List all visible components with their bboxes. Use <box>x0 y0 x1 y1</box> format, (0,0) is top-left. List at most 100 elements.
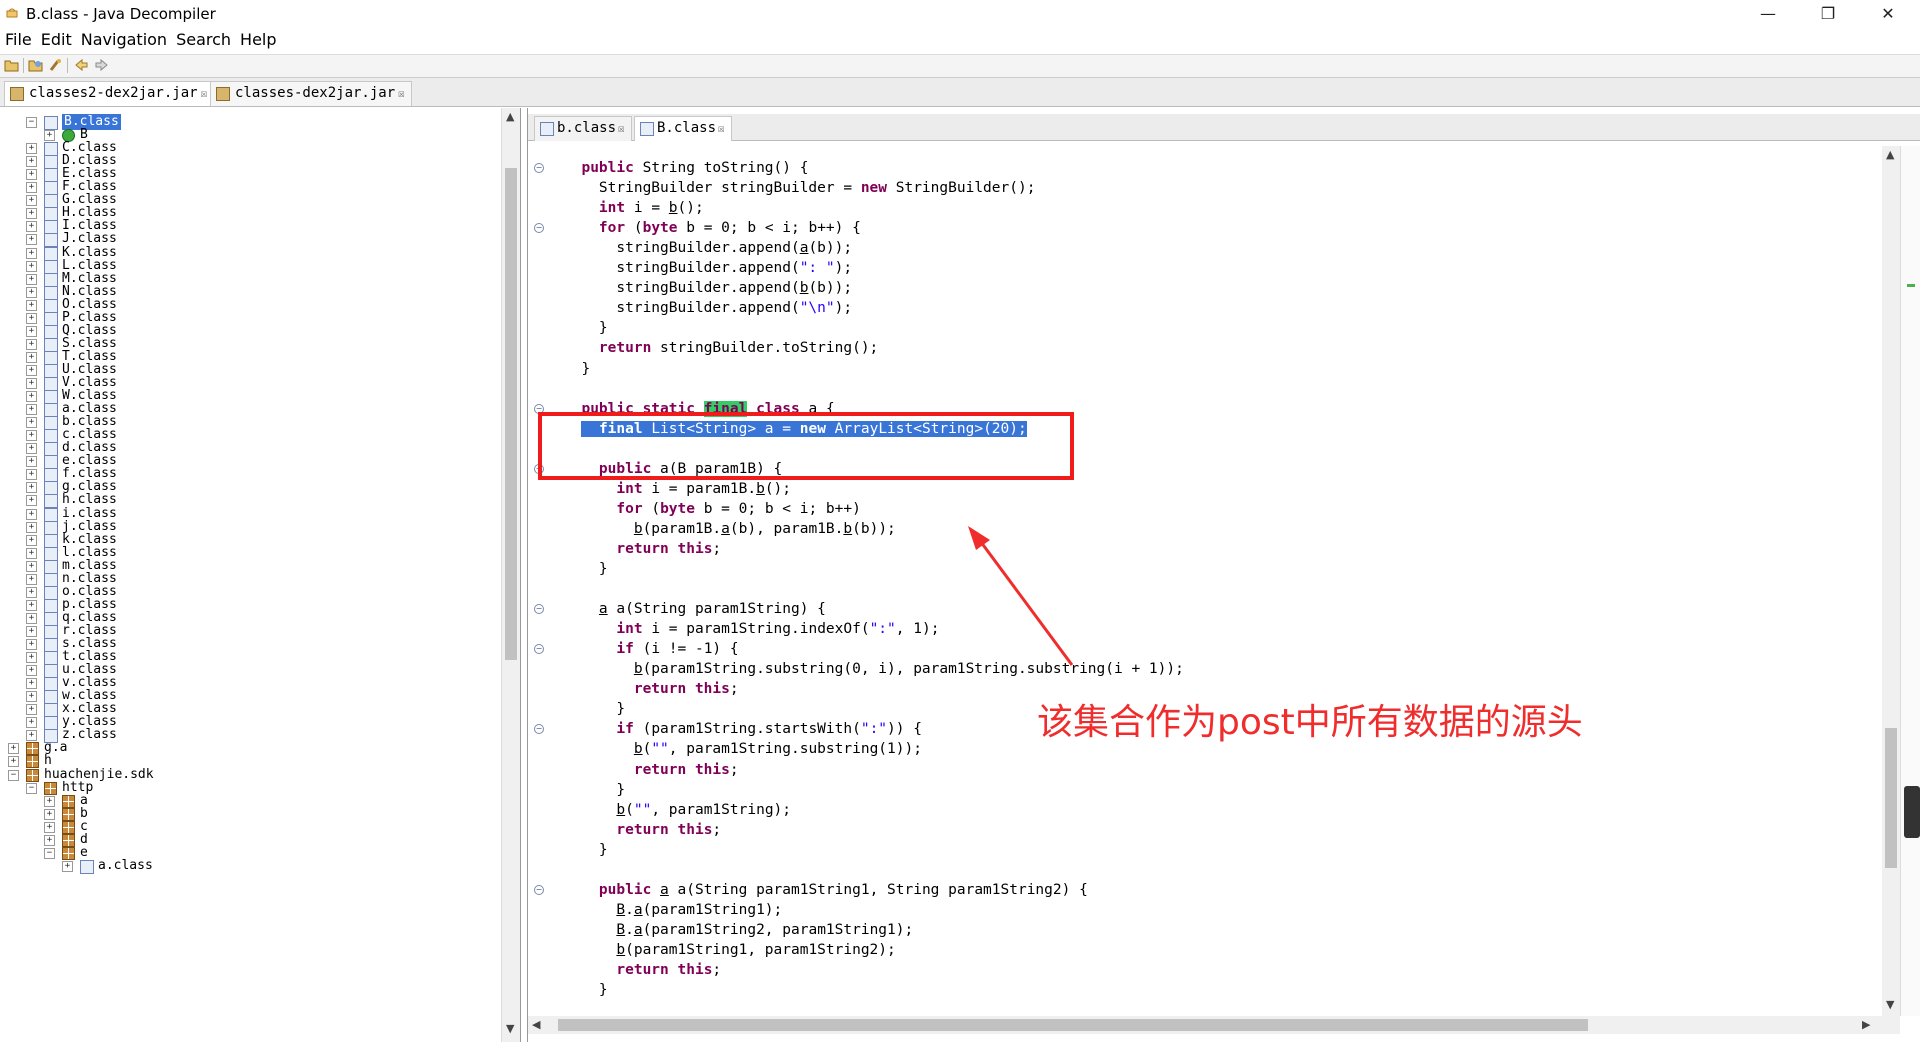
expand-icon[interactable]: + <box>26 391 37 403</box>
back-arrow-icon[interactable] <box>74 58 89 72</box>
expand-icon[interactable]: + <box>26 273 37 285</box>
scroll-up-icon[interactable]: ▲ <box>1886 148 1894 161</box>
tab-classes2-dex2jar[interactable]: classes2-dex2jar.jar ☒ <box>4 81 215 106</box>
forward-arrow-icon[interactable] <box>94 58 109 72</box>
expand-icon[interactable]: + <box>26 417 37 429</box>
expand-icon[interactable]: + <box>8 756 19 768</box>
expand-icon[interactable]: + <box>26 652 37 664</box>
expand-icon[interactable]: + <box>26 521 37 533</box>
package-tree[interactable]: − B.class + B + C.class + D.class + E.class + F.cla… <box>0 108 521 1042</box>
expand-icon[interactable]: + <box>26 534 37 546</box>
expand-icon[interactable]: + <box>26 469 37 481</box>
expand-icon[interactable]: + <box>26 286 37 298</box>
expand-icon[interactable]: + <box>26 378 37 389</box>
fold-toggle-icon[interactable]: − <box>534 724 544 735</box>
fold-toggle-icon[interactable]: − <box>534 644 544 655</box>
tab-b-class-upper[interactable]: B.class ☒ <box>634 116 732 141</box>
expand-icon[interactable]: + <box>44 808 55 820</box>
overview-mark[interactable] <box>1907 284 1915 287</box>
scroll-down-icon[interactable]: ▼ <box>1886 998 1894 1011</box>
collapse-icon[interactable]: − <box>8 769 19 781</box>
close-button[interactable]: ✕ <box>1860 0 1916 28</box>
expand-icon[interactable]: + <box>26 156 37 168</box>
menu-file[interactable]: File <box>5 30 32 49</box>
expand-icon[interactable]: + <box>26 482 37 494</box>
expand-icon[interactable]: + <box>26 586 37 598</box>
expand-icon[interactable]: + <box>26 169 37 181</box>
collapse-icon[interactable]: − <box>44 847 55 859</box>
maximize-button[interactable]: ❐ <box>1800 0 1856 28</box>
expand-icon[interactable]: + <box>26 208 37 220</box>
expand-icon[interactable]: + <box>26 404 37 416</box>
scroll-left-icon[interactable]: ◀ <box>532 1018 540 1031</box>
expand-icon[interactable]: + <box>26 495 37 507</box>
expand-icon[interactable]: + <box>26 143 37 155</box>
scroll-right-icon[interactable]: ▶ <box>1862 1018 1870 1031</box>
tree-scroll-thumb[interactable] <box>505 168 517 660</box>
expand-icon[interactable]: + <box>26 730 37 742</box>
expand-icon[interactable]: + <box>44 130 55 142</box>
editor-vertical-scrollbar[interactable]: ▲ ▼ <box>1882 146 1900 1016</box>
expand-icon[interactable]: + <box>26 182 37 194</box>
code-view[interactable]: − public String toString() { StringBuild… <box>528 146 1882 1016</box>
expand-icon[interactable]: + <box>26 691 37 703</box>
expand-icon[interactable]: + <box>26 312 37 324</box>
expand-icon[interactable]: + <box>26 625 37 637</box>
expand-icon[interactable]: + <box>26 351 37 363</box>
collapse-icon[interactable]: − <box>26 117 37 128</box>
expand-icon[interactable]: + <box>26 665 37 677</box>
search-type-icon[interactable] <box>48 58 63 72</box>
fold-toggle-icon[interactable]: − <box>534 223 544 234</box>
expand-icon[interactable]: + <box>26 325 37 337</box>
menu-navigation[interactable]: Navigation <box>81 30 167 49</box>
close-tab-icon[interactable]: ☒ <box>618 122 625 135</box>
expand-icon[interactable]: + <box>26 599 37 611</box>
expand-icon[interactable]: + <box>62 860 73 872</box>
expand-icon[interactable]: + <box>26 678 37 690</box>
open-file-icon[interactable] <box>4 58 19 72</box>
expand-icon[interactable]: + <box>26 717 37 729</box>
expand-icon[interactable]: + <box>26 547 37 559</box>
minimize-button[interactable]: — <box>1740 0 1796 28</box>
open-type-icon[interactable] <box>28 58 43 72</box>
collapse-icon[interactable]: − <box>26 782 37 794</box>
expand-icon[interactable]: + <box>26 560 37 572</box>
expand-icon[interactable]: + <box>26 508 37 520</box>
tree-vertical-scrollbar[interactable]: ▲ ▼ <box>501 108 520 1042</box>
overview-ruler[interactable] <box>1900 146 1920 1016</box>
expand-icon[interactable]: + <box>26 364 37 376</box>
expand-icon[interactable]: + <box>44 821 55 833</box>
expand-icon[interactable]: + <box>26 704 37 716</box>
scroll-down-icon[interactable]: ▼ <box>506 1022 514 1035</box>
editor-hscroll-thumb[interactable] <box>558 1019 1588 1031</box>
expand-icon[interactable]: + <box>26 247 37 259</box>
expand-icon[interactable]: + <box>26 573 37 585</box>
expand-icon[interactable]: + <box>26 195 37 207</box>
expand-icon[interactable]: + <box>8 743 19 755</box>
fold-toggle-icon[interactable]: − <box>534 604 544 615</box>
expand-icon[interactable]: + <box>26 299 37 311</box>
expand-icon[interactable]: + <box>26 234 37 246</box>
expand-icon[interactable]: + <box>26 612 37 624</box>
expand-icon[interactable]: + <box>44 795 55 807</box>
expand-icon[interactable]: + <box>26 221 37 233</box>
editor-scroll-thumb[interactable] <box>1885 728 1897 868</box>
fold-toggle-icon[interactable]: − <box>534 884 544 895</box>
close-tab-icon[interactable]: ☒ <box>201 87 208 100</box>
fold-toggle-icon[interactable]: − <box>534 163 544 173</box>
overview-thumb[interactable] <box>1904 786 1920 838</box>
tab-classes-dex2jar[interactable]: classes-dex2jar.jar ☒ <box>210 81 412 106</box>
expand-icon[interactable]: + <box>26 443 37 455</box>
expand-icon[interactable]: + <box>26 456 37 468</box>
expand-icon[interactable]: + <box>26 338 37 350</box>
menu-search[interactable]: Search <box>176 30 231 49</box>
scroll-up-icon[interactable]: ▲ <box>506 110 514 123</box>
expand-icon[interactable]: + <box>44 834 55 846</box>
expand-icon[interactable]: + <box>26 639 37 650</box>
tab-b-class-lower[interactable]: b.class ☒ <box>534 116 632 141</box>
expand-icon[interactable]: + <box>26 430 37 442</box>
menu-edit[interactable]: Edit <box>41 30 72 49</box>
menu-help[interactable]: Help <box>240 30 276 49</box>
editor-horizontal-scrollbar[interactable]: ◀ ▶ <box>528 1016 1900 1034</box>
close-tab-icon[interactable]: ☒ <box>718 122 725 135</box>
